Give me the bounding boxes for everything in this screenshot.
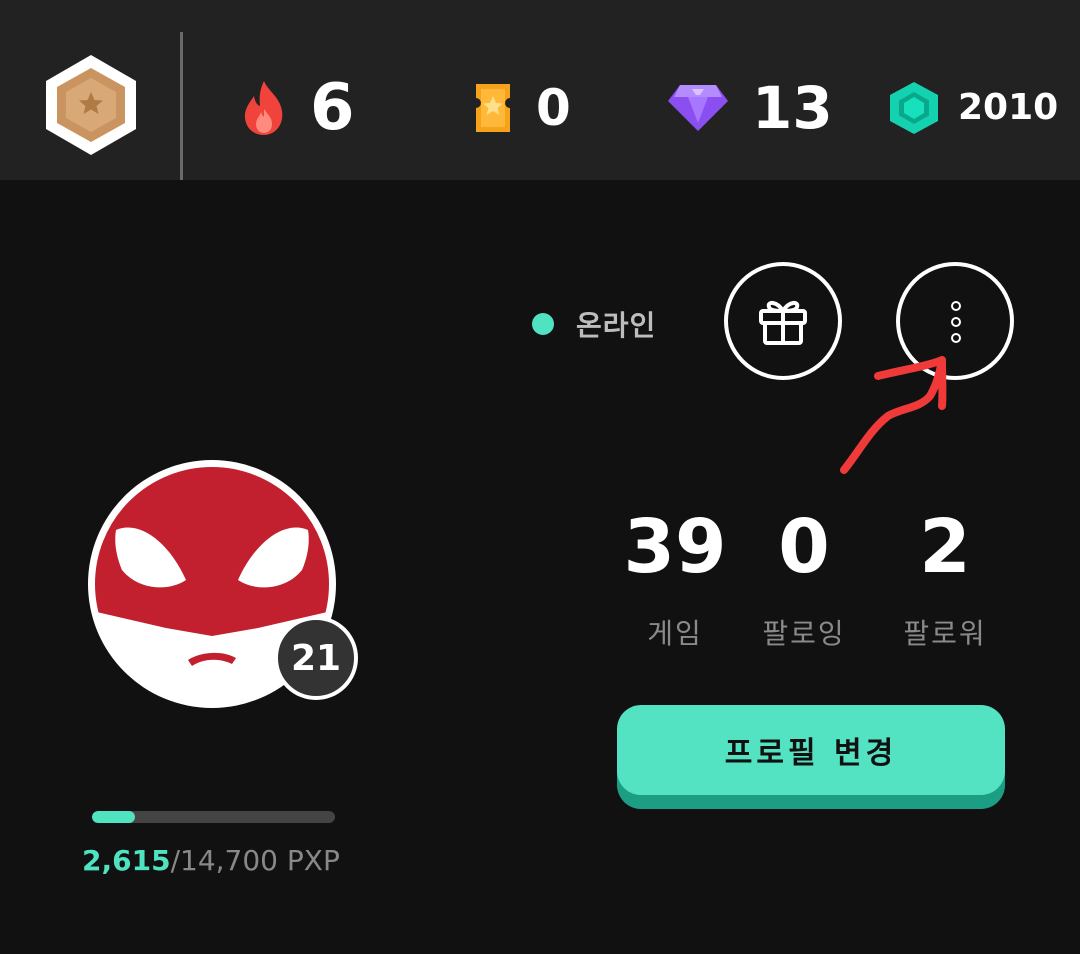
games-label: 게임 bbox=[647, 617, 703, 650]
purple-gem-icon bbox=[668, 85, 728, 131]
xp-total: /14,700 PXP bbox=[170, 844, 340, 877]
online-dot bbox=[532, 313, 554, 335]
ticket-star-icon bbox=[476, 84, 510, 132]
following-label: 팔로잉 bbox=[762, 617, 846, 650]
streak-count: 6 bbox=[310, 71, 355, 145]
level-badge: 21 bbox=[274, 616, 358, 700]
gift-button[interactable] bbox=[724, 262, 842, 380]
games-count: 39 bbox=[623, 504, 727, 590]
more-options-button[interactable] bbox=[896, 262, 1014, 380]
xp-progress-bar bbox=[92, 811, 335, 823]
followers-label: 팔로워 bbox=[903, 617, 987, 650]
top-currency-bar: 6 0 13 2010 bbox=[0, 0, 1080, 180]
xp-text: 2,615/14,700 PXP bbox=[82, 844, 340, 877]
more-vertical-icon bbox=[951, 301, 961, 343]
following-stat[interactable]: 0 팔로잉 bbox=[752, 510, 856, 652]
fire-icon bbox=[244, 81, 283, 135]
coin-stat[interactable]: 2010 bbox=[888, 70, 1058, 146]
header-divider bbox=[180, 32, 183, 180]
online-status: 온라인 bbox=[532, 304, 656, 344]
followers-stat[interactable]: 2 팔로워 bbox=[890, 510, 1000, 652]
teal-hexagon-coin-icon bbox=[890, 82, 938, 134]
gem-count: 13 bbox=[752, 74, 833, 142]
coin-count: 2010 bbox=[958, 87, 1059, 128]
edit-profile-button[interactable]: 프로필 변경 bbox=[617, 705, 1005, 795]
gem-stat[interactable]: 13 bbox=[666, 70, 833, 146]
gift-icon bbox=[759, 300, 807, 345]
streak-stat[interactable]: 6 bbox=[238, 70, 355, 146]
xp-current: 2,615 bbox=[82, 844, 171, 877]
ticket-count: 0 bbox=[536, 79, 571, 137]
following-count: 0 bbox=[778, 504, 830, 590]
online-status-label: 온라인 bbox=[576, 309, 657, 342]
followers-count: 2 bbox=[919, 504, 971, 590]
games-stat[interactable]: 39 게임 bbox=[620, 510, 730, 652]
rank-badge-icon[interactable] bbox=[42, 52, 140, 158]
xp-progress-fill bbox=[92, 811, 136, 823]
ticket-stat[interactable]: 0 bbox=[472, 70, 571, 146]
